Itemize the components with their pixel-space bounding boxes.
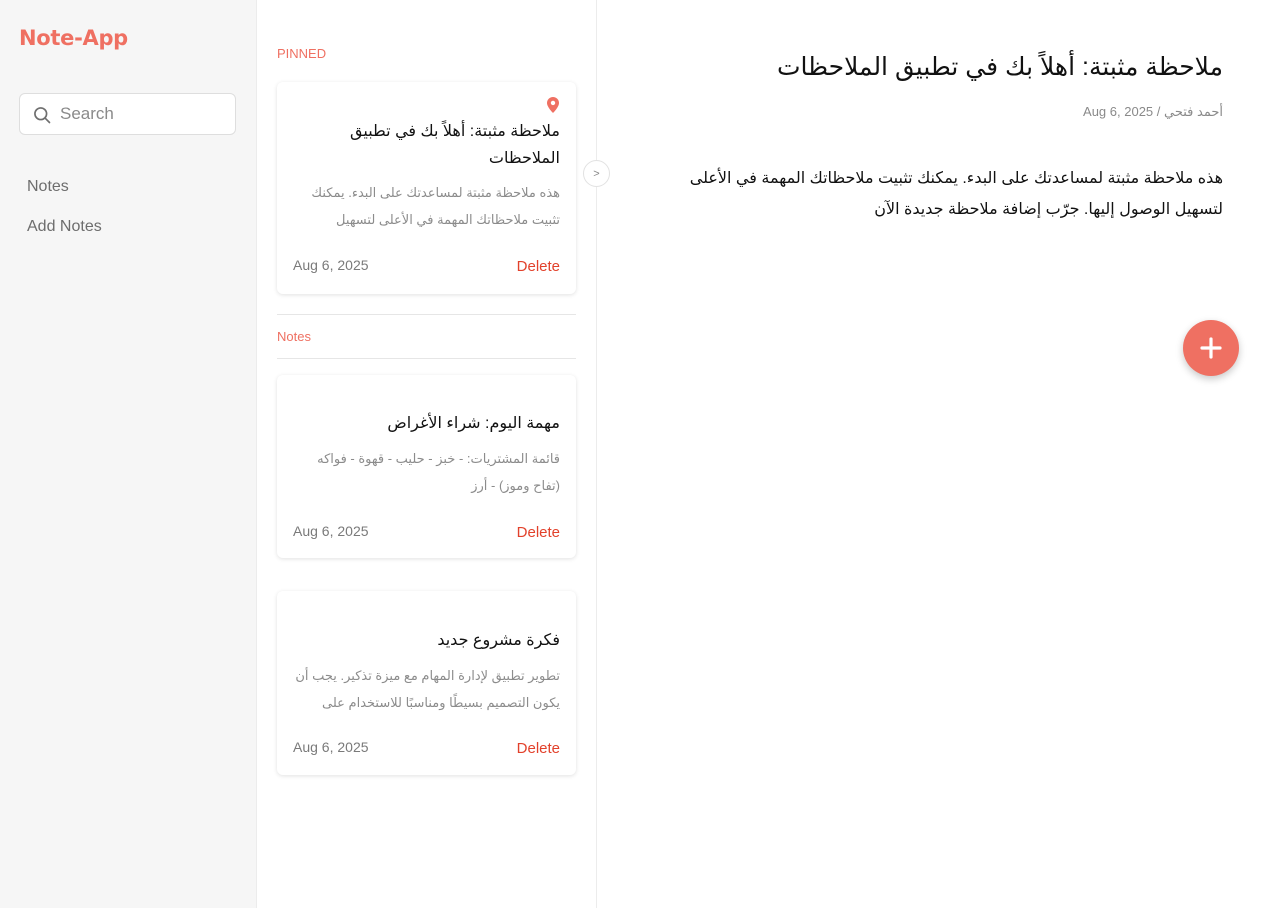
note-detail-title: ملاحظة مثبتة: أهلاً بك في تطبيق الملاحظا… [776,53,1223,81]
nav-add-notes[interactable]: Add Notes [27,218,102,236]
note-detail-body: هذه ملاحظة مثبتة لمساعدتك على البدء. يمك… [689,170,1223,218]
note-card[interactable]: مهمة اليوم: شراء الأغراض قائمة المشتريات… [277,375,576,558]
search-icon [34,107,51,124]
section-divider [277,314,576,315]
notes-list-pane: PINNED ملاحظة مثبتة: أهلاً بك في تطبيق ا… [257,0,597,908]
note-date: Aug 6, 2025 [293,523,369,539]
pin-icon [547,97,559,113]
delete-button[interactable]: Delete [517,258,560,275]
note-date: Aug 6, 2025 [293,257,369,273]
pinned-section-label: PINNED [277,46,327,61]
search-box[interactable] [19,93,236,135]
note-excerpt: تطوير تطبيق لإدارة المهام مع ميزة تذكير.… [295,668,560,710]
search-input[interactable] [60,94,230,134]
delete-button[interactable]: Delete [517,524,560,541]
collapse-toggle-button[interactable]: > [583,160,610,187]
chevron-right-icon: > [593,167,600,180]
note-excerpt: قائمة المشتريات: - خبز - حليب - قهوة - ف… [317,451,560,493]
pinned-note-card[interactable]: ملاحظة مثبتة: أهلاً بك في تطبيق الملاحظا… [277,82,576,294]
note-date: Aug 6, 2025 [1083,104,1154,119]
meta-separator: / [1156,104,1161,119]
note-title: مهمة اليوم: شراء الأغراض [387,415,560,432]
note-title: فكرة مشروع جديد [437,632,560,649]
section-divider [277,358,576,359]
note-card[interactable]: فكرة مشروع جديد تطوير تطبيق لإدارة المها… [277,591,576,775]
note-excerpt: هذه ملاحظة مثبتة لمساعدتك على البدء. يمك… [311,185,560,227]
note-title: ملاحظة مثبتة: أهلاً بك في تطبيق الملاحظا… [350,123,560,167]
note-date: Aug 6, 2025 [293,739,369,755]
note-meta: Aug 6, 2025 / أحمد فتحي [723,104,1223,120]
notes-section-label: Notes [277,329,311,344]
plus-icon [1200,337,1222,359]
app-logo[interactable]: Note-App [19,26,128,50]
sidebar: Note-App Notes Add Notes [0,0,257,908]
delete-button[interactable]: Delete [517,740,560,757]
add-note-button[interactable] [1183,320,1239,376]
note-author: أحمد فتحي [1164,104,1223,119]
nav-notes[interactable]: Notes [27,178,69,196]
